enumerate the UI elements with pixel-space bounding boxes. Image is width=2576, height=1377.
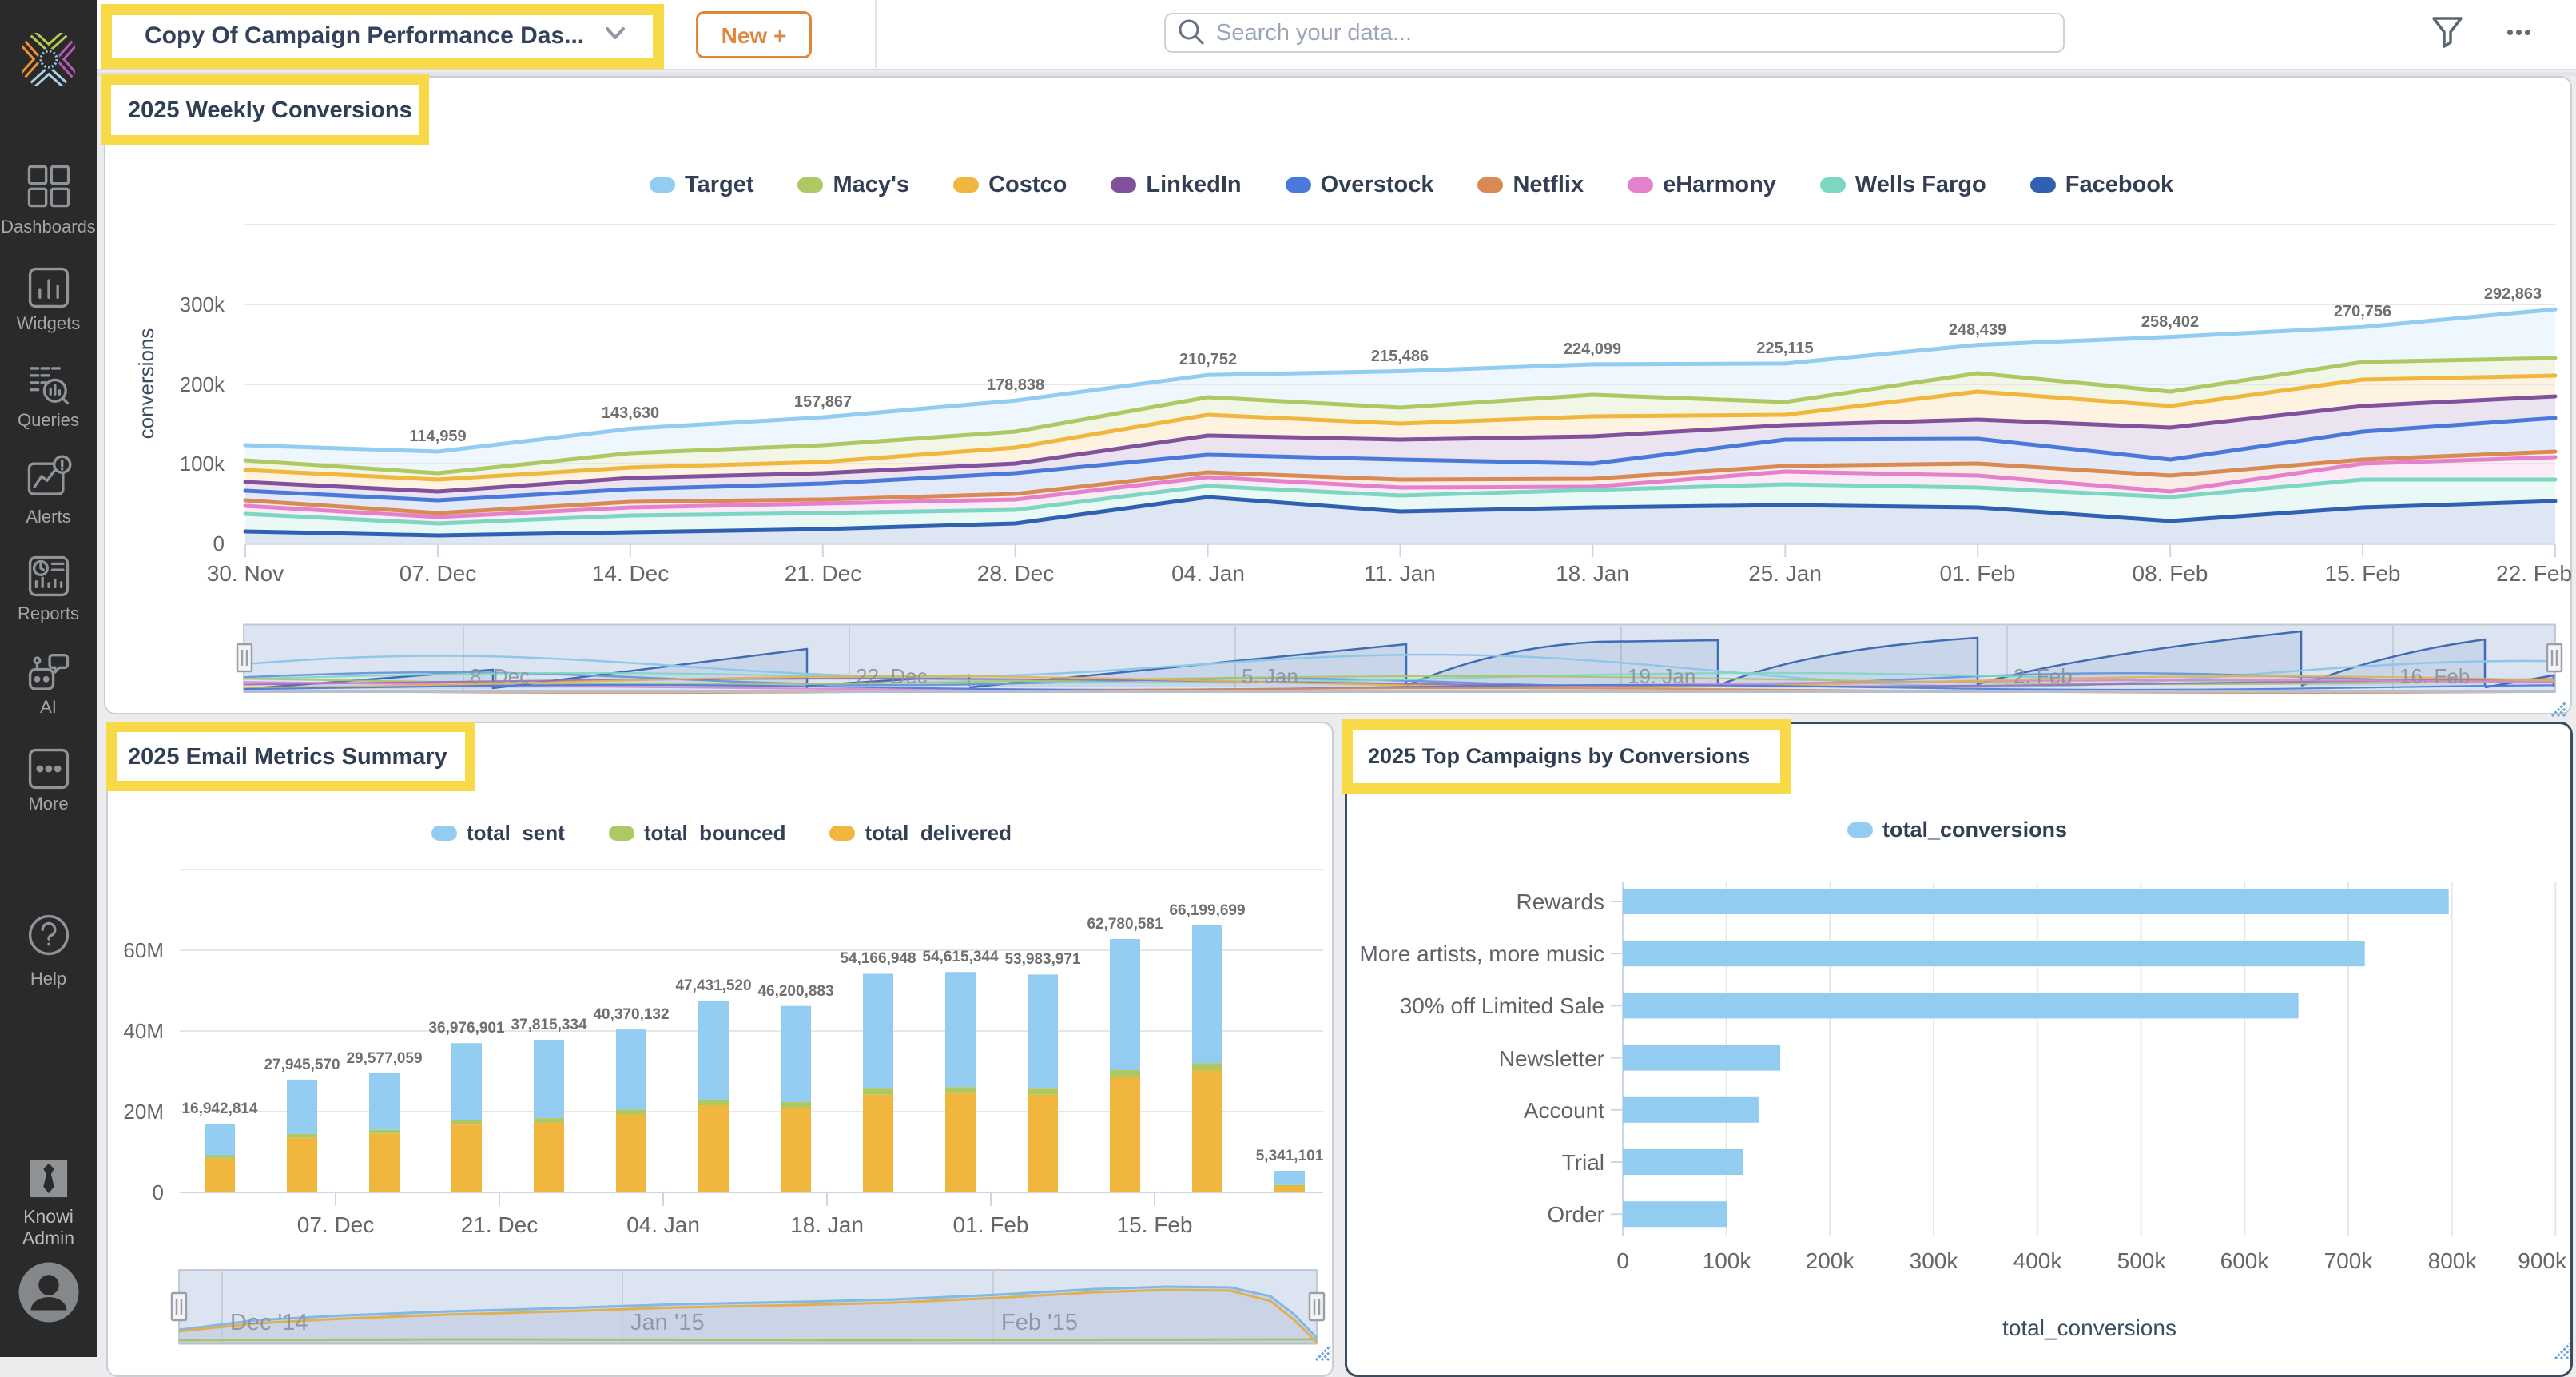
- svg-text:Trial: Trial: [1562, 1150, 1604, 1175]
- svg-text:Rewards: Rewards: [1517, 889, 1604, 914]
- svg-text:29,577,059: 29,577,059: [346, 1050, 422, 1067]
- svg-text:300k: 300k: [1910, 1248, 1959, 1273]
- svg-text:200k: 200k: [180, 372, 225, 396]
- svg-text:Feb '15: Feb '15: [1001, 1310, 1078, 1335]
- svg-text:08. Feb: 08. Feb: [2133, 561, 2208, 586]
- svg-text:25. Jan: 25. Jan: [1748, 561, 1822, 586]
- svg-text:54,166,948: 54,166,948: [840, 950, 916, 967]
- svg-text:22. Feb: 22. Feb: [2496, 561, 2572, 586]
- svg-text:20M: 20M: [123, 1100, 164, 1124]
- svg-text:18. Jan: 18. Jan: [1556, 561, 1629, 586]
- svg-text:More artists, more music: More artists, more music: [1360, 941, 1605, 966]
- svg-text:19. Jan: 19. Jan: [1628, 664, 1695, 688]
- svg-text:40,370,132: 40,370,132: [593, 1006, 669, 1023]
- svg-text:62,780,581: 62,780,581: [1087, 916, 1163, 933]
- svg-text:36,976,901: 36,976,901: [428, 1020, 505, 1037]
- svg-text:27,945,570: 27,945,570: [264, 1057, 340, 1073]
- svg-text:200k: 200k: [1806, 1248, 1855, 1273]
- svg-text:5,341,101: 5,341,101: [1256, 1148, 1324, 1164]
- svg-text:Jan '15: Jan '15: [630, 1310, 705, 1335]
- svg-text:100k: 100k: [180, 452, 225, 476]
- svg-text:54,615,344: 54,615,344: [922, 949, 999, 965]
- svg-text:500k: 500k: [2117, 1248, 2167, 1273]
- svg-text:800k: 800k: [2428, 1248, 2478, 1273]
- svg-text:18. Jan: 18. Jan: [790, 1212, 864, 1237]
- svg-text:224,099: 224,099: [1564, 340, 1621, 358]
- svg-text:60M: 60M: [123, 938, 164, 962]
- svg-text:66,199,699: 66,199,699: [1169, 902, 1245, 919]
- svg-text:300k: 300k: [180, 293, 225, 316]
- svg-text:400k: 400k: [2013, 1248, 2063, 1273]
- svg-text:270,756: 270,756: [2334, 303, 2391, 320]
- svg-text:04. Jan: 04. Jan: [1171, 561, 1245, 586]
- svg-text:Account: Account: [1524, 1098, 1604, 1123]
- svg-text:178,838: 178,838: [987, 376, 1044, 394]
- svg-text:Newsletter: Newsletter: [1499, 1046, 1604, 1071]
- svg-text:21. Dec: 21. Dec: [785, 561, 862, 586]
- svg-text:258,402: 258,402: [2141, 313, 2199, 331]
- svg-text:292,863: 292,863: [2484, 285, 2542, 303]
- svg-text:04. Jan: 04. Jan: [626, 1212, 700, 1237]
- svg-text:21. Dec: 21. Dec: [461, 1212, 539, 1237]
- svg-text:900k: 900k: [2518, 1248, 2567, 1273]
- svg-text:total_conversions: total_conversions: [2002, 1315, 2176, 1340]
- svg-text:0: 0: [213, 531, 225, 555]
- svg-text:248,439: 248,439: [1949, 321, 2006, 339]
- svg-text:28. Dec: 28. Dec: [977, 561, 1055, 586]
- svg-text:0: 0: [1616, 1248, 1629, 1273]
- svg-text:22. Dec: 22. Dec: [856, 664, 928, 688]
- svg-text:Dec '14: Dec '14: [230, 1310, 308, 1335]
- svg-text:40M: 40M: [123, 1019, 164, 1043]
- svg-text:0: 0: [153, 1180, 164, 1204]
- svg-text:2. Feb: 2. Feb: [2013, 664, 2073, 688]
- svg-text:15. Feb: 15. Feb: [2325, 561, 2401, 586]
- svg-text:16,942,814: 16,942,814: [181, 1100, 258, 1117]
- svg-text:5. Jan: 5. Jan: [1242, 664, 1298, 688]
- svg-text:225,115: 225,115: [1756, 340, 1813, 357]
- svg-text:30% off Limited Sale: 30% off Limited Sale: [1400, 993, 1604, 1018]
- svg-text:47,431,520: 47,431,520: [675, 977, 751, 994]
- svg-text:01. Feb: 01. Feb: [1940, 561, 2016, 586]
- svg-text:215,486: 215,486: [1371, 348, 1429, 365]
- svg-text:600k: 600k: [2220, 1248, 2270, 1273]
- svg-text:07. Dec: 07. Dec: [400, 561, 477, 586]
- svg-text:37,815,334: 37,815,334: [511, 1017, 587, 1033]
- svg-text:Order: Order: [1547, 1202, 1604, 1227]
- svg-text:conversions: conversions: [134, 328, 158, 440]
- svg-text:114,959: 114,959: [409, 428, 466, 445]
- svg-text:157,867: 157,867: [794, 393, 852, 411]
- svg-text:8. Dec: 8. Dec: [470, 664, 530, 688]
- svg-text:53,983,971: 53,983,971: [1004, 951, 1081, 968]
- svg-text:01. Feb: 01. Feb: [953, 1212, 1029, 1237]
- svg-text:143,630: 143,630: [602, 404, 659, 422]
- svg-text:700k: 700k: [2324, 1248, 2374, 1273]
- svg-text:210,752: 210,752: [1179, 351, 1237, 368]
- svg-text:11. Jan: 11. Jan: [1364, 561, 1436, 586]
- svg-text:100k: 100k: [1703, 1248, 1752, 1273]
- svg-text:15. Feb: 15. Feb: [1117, 1212, 1193, 1237]
- svg-text:46,200,883: 46,200,883: [757, 983, 833, 1000]
- svg-text:30. Nov: 30. Nov: [207, 561, 284, 586]
- svg-text:07. Dec: 07. Dec: [297, 1212, 375, 1237]
- svg-text:16. Feb: 16. Feb: [2399, 664, 2470, 688]
- svg-text:14. Dec: 14. Dec: [592, 561, 670, 586]
